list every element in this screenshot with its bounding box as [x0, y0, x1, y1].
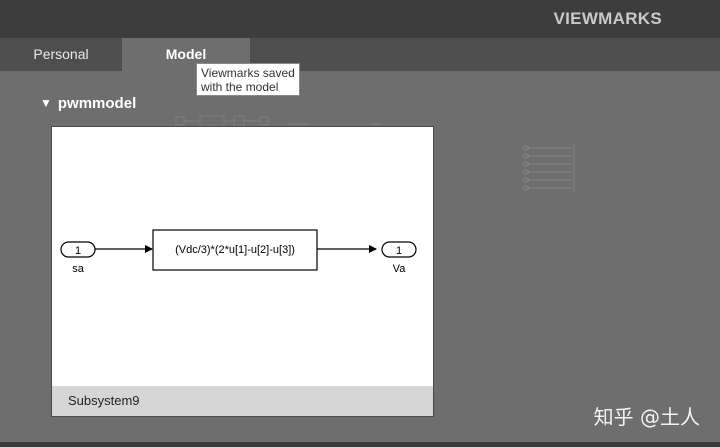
background-model-sketch-right [522, 144, 575, 192]
tab-bar: Personal Model [0, 38, 720, 71]
tab-personal[interactable]: Personal [0, 38, 122, 71]
viewmark-card[interactable]: 1 sa (Vdc/3)*(2*u[1]-u[2]-u[3]) 1 Va Sub… [51, 126, 434, 417]
bottom-border [0, 442, 720, 447]
outport-label: Va [393, 263, 407, 275]
watermark: 知乎 @土人 [593, 405, 700, 429]
tooltip-line-1: Viewmarks saved [201, 66, 295, 80]
inport-label: sa [72, 263, 85, 275]
collapse-arrow-icon[interactable]: ▼ [40, 96, 52, 110]
model-diagram: 1 sa (Vdc/3)*(2*u[1]-u[2]-u[3]) 1 Va [60, 229, 417, 275]
outport-number: 1 [396, 245, 402, 257]
app-title: VIEWMARKS [553, 9, 662, 28]
title-bar: VIEWMARKS [0, 0, 720, 38]
viewmark-card-footer: Subsystem9 [52, 386, 433, 416]
inport-number: 1 [75, 245, 81, 257]
section-header[interactable]: ▼ pwmmodel [40, 95, 136, 112]
tooltip-line-2: with the model [201, 80, 279, 94]
fcn-expression: (Vdc/3)*(2*u[1]-u[2]-u[3]) [175, 244, 295, 256]
section-title: pwmmodel [57, 95, 137, 112]
viewmarks-tooltip: Viewmarks saved with the model [196, 63, 300, 96]
